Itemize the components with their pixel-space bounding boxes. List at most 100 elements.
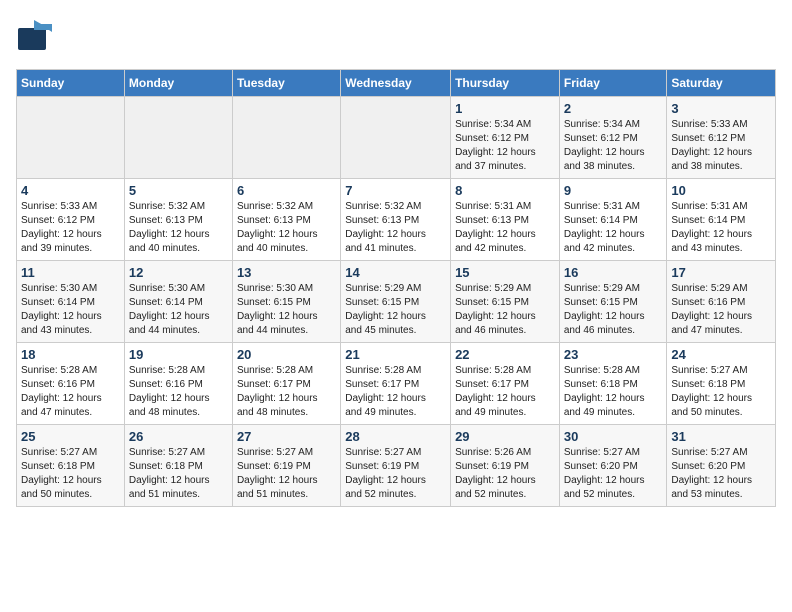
calendar-cell: 7 Sunrise: 5:32 AMSunset: 6:13 PMDaylight… xyxy=(341,179,451,261)
day-number: 12 xyxy=(129,265,228,280)
day-info: Sunrise: 5:29 AMSunset: 6:15 PMDaylight:… xyxy=(345,282,446,338)
day-info: Sunrise: 5:33 AMSunset: 6:12 PMDaylight:… xyxy=(671,118,771,174)
calendar-cell: 21 Sunrise: 5:28 AMSunset: 6:17 PMDayligh… xyxy=(341,343,451,425)
day-number: 19 xyxy=(129,347,228,362)
calendar-cell: 17 Sunrise: 5:29 AMSunset: 6:16 PMDayligh… xyxy=(667,261,776,343)
calendar-cell: 11 Sunrise: 5:30 AMSunset: 6:14 PMDayligh… xyxy=(17,261,125,343)
calendar-cell xyxy=(124,97,232,179)
day-info: Sunrise: 5:31 AMSunset: 6:13 PMDaylight:… xyxy=(455,200,555,256)
day-number: 16 xyxy=(564,265,663,280)
calendar-cell: 6 Sunrise: 5:32 AMSunset: 6:13 PMDaylight… xyxy=(232,179,340,261)
day-info: Sunrise: 5:29 AMSunset: 6:15 PMDaylight:… xyxy=(564,282,663,338)
day-info: Sunrise: 5:28 AMSunset: 6:17 PMDaylight:… xyxy=(345,364,446,420)
weekday-header: Sunday xyxy=(17,70,125,97)
day-number: 31 xyxy=(671,429,771,444)
day-number: 18 xyxy=(21,347,120,362)
day-number: 2 xyxy=(564,101,663,116)
day-number: 3 xyxy=(671,101,771,116)
day-number: 10 xyxy=(671,183,771,198)
calendar-cell: 5Sunrise: 5:32 AMSunset: 6:13 PMDaylight… xyxy=(124,179,232,261)
day-number: 20 xyxy=(237,347,336,362)
day-number: 7 xyxy=(345,183,446,198)
weekday-header: Friday xyxy=(559,70,667,97)
day-number: 17 xyxy=(671,265,771,280)
day-number: 29 xyxy=(455,429,555,444)
day-info: Sunrise: 5:31 AMSunset: 6:14 PMDaylight:… xyxy=(564,200,663,256)
calendar-cell: 3 Sunrise: 5:33 AMSunset: 6:12 PMDaylight… xyxy=(667,97,776,179)
calendar-cell: 24 Sunrise: 5:27 AMSunset: 6:18 PMDayligh… xyxy=(667,343,776,425)
day-info: Sunrise: 5:27 AMSunset: 6:18 PMDaylight:… xyxy=(671,364,771,420)
day-number: 8 xyxy=(455,183,555,198)
calendar-cell xyxy=(341,97,451,179)
day-info: Sunrise: 5:28 AMSunset: 6:16 PMDaylight:… xyxy=(21,364,120,420)
calendar-cell: 26 Sunrise: 5:27 AMSunset: 6:18 PMDayligh… xyxy=(124,425,232,507)
day-number: 14 xyxy=(345,265,446,280)
calendar-cell: 8 Sunrise: 5:31 AMSunset: 6:13 PMDaylight… xyxy=(451,179,560,261)
page-header xyxy=(16,16,776,59)
day-info: Sunrise: 5:31 AMSunset: 6:14 PMDaylight:… xyxy=(671,200,771,256)
calendar-cell: 18 Sunrise: 5:28 AMSunset: 6:16 PMDayligh… xyxy=(17,343,125,425)
logo-icon xyxy=(16,16,54,54)
day-info: Sunrise: 5:30 AMSunset: 6:14 PMDaylight:… xyxy=(129,282,228,338)
day-info: Sunrise: 5:27 AMSunset: 6:18 PMDaylight:… xyxy=(21,446,120,502)
day-number: 24 xyxy=(671,347,771,362)
calendar-cell: 20 Sunrise: 5:28 AMSunset: 6:17 PMDayligh… xyxy=(232,343,340,425)
day-number: 11 xyxy=(21,265,120,280)
calendar-cell: 14 Sunrise: 5:29 AMSunset: 6:15 PMDayligh… xyxy=(341,261,451,343)
calendar-week-row: 1 Sunrise: 5:34 AMSunset: 6:12 PMDaylight… xyxy=(17,97,776,179)
day-number: 30 xyxy=(564,429,663,444)
day-info: Sunrise: 5:29 AMSunset: 6:16 PMDaylight:… xyxy=(671,282,771,338)
calendar-cell: 27Sunrise: 5:27 AMSunset: 6:19 PMDayligh… xyxy=(232,425,340,507)
calendar-cell xyxy=(17,97,125,179)
calendar-week-row: 4Sunrise: 5:33 AMSunset: 6:12 PMDaylight… xyxy=(17,179,776,261)
day-info: Sunrise: 5:27 AMSunset: 6:20 PMDaylight:… xyxy=(564,446,663,502)
calendar-week-row: 11 Sunrise: 5:30 AMSunset: 6:14 PMDayligh… xyxy=(17,261,776,343)
day-info: Sunrise: 5:29 AMSunset: 6:15 PMDaylight:… xyxy=(455,282,555,338)
day-number: 9 xyxy=(564,183,663,198)
calendar-cell: 1Sunrise: 5:34 AMSunset: 6:12 PMDaylight… xyxy=(451,97,560,179)
day-number: 15 xyxy=(455,265,555,280)
weekday-header: Monday xyxy=(124,70,232,97)
day-number: 23 xyxy=(564,347,663,362)
day-number: 13 xyxy=(237,265,336,280)
day-info: Sunrise: 5:33 AMSunset: 6:12 PMDaylight:… xyxy=(21,200,120,256)
day-number: 6 xyxy=(237,183,336,198)
weekday-row: SundayMondayTuesdayWednesdayThursdayFrid… xyxy=(17,70,776,97)
calendar-cell: 13 Sunrise: 5:30 AMSunset: 6:15 PMDayligh… xyxy=(232,261,340,343)
weekday-header: Thursday xyxy=(451,70,560,97)
day-number: 21 xyxy=(345,347,446,362)
calendar-table: SundayMondayTuesdayWednesdayThursdayFrid… xyxy=(16,69,776,507)
day-info: Sunrise: 5:32 AMSunset: 6:13 PMDaylight:… xyxy=(237,200,336,256)
calendar-cell: 28Sunrise: 5:27 AMSunset: 6:19 PMDayligh… xyxy=(341,425,451,507)
day-info: Sunrise: 5:28 AMSunset: 6:17 PMDaylight:… xyxy=(237,364,336,420)
weekday-header: Saturday xyxy=(667,70,776,97)
day-number: 28 xyxy=(345,429,446,444)
calendar-cell: 4Sunrise: 5:33 AMSunset: 6:12 PMDaylight… xyxy=(17,179,125,261)
calendar-cell: 30 Sunrise: 5:27 AMSunset: 6:20 PMDayligh… xyxy=(559,425,667,507)
day-info: Sunrise: 5:30 AMSunset: 6:14 PMDaylight:… xyxy=(21,282,120,338)
day-info: Sunrise: 5:30 AMSunset: 6:15 PMDaylight:… xyxy=(237,282,336,338)
calendar-cell: 10 Sunrise: 5:31 AMSunset: 6:14 PMDayligh… xyxy=(667,179,776,261)
calendar-cell: 16 Sunrise: 5:29 AMSunset: 6:15 PMDayligh… xyxy=(559,261,667,343)
weekday-header: Tuesday xyxy=(232,70,340,97)
day-info: Sunrise: 5:32 AMSunset: 6:13 PMDaylight:… xyxy=(129,200,228,256)
day-info: Sunrise: 5:32 AMSunset: 6:13 PMDaylight:… xyxy=(345,200,446,256)
day-info: Sunrise: 5:27 AMSunset: 6:18 PMDaylight:… xyxy=(129,446,228,502)
calendar-cell: 25 Sunrise: 5:27 AMSunset: 6:18 PMDayligh… xyxy=(17,425,125,507)
day-info: Sunrise: 5:28 AMSunset: 6:18 PMDaylight:… xyxy=(564,364,663,420)
day-info: Sunrise: 5:27 AMSunset: 6:20 PMDaylight:… xyxy=(671,446,771,502)
day-number: 26 xyxy=(129,429,228,444)
weekday-header: Wednesday xyxy=(341,70,451,97)
day-number: 22 xyxy=(455,347,555,362)
day-number: 25 xyxy=(21,429,120,444)
calendar-week-row: 18 Sunrise: 5:28 AMSunset: 6:16 PMDayligh… xyxy=(17,343,776,425)
calendar-cell: 12 Sunrise: 5:30 AMSunset: 6:14 PMDayligh… xyxy=(124,261,232,343)
day-info: Sunrise: 5:26 AMSunset: 6:19 PMDaylight:… xyxy=(455,446,555,502)
calendar-week-row: 25 Sunrise: 5:27 AMSunset: 6:18 PMDayligh… xyxy=(17,425,776,507)
calendar-body: 1 Sunrise: 5:34 AMSunset: 6:12 PMDaylight… xyxy=(17,97,776,507)
day-info: Sunrise: 5:34 AMSunset: 6:12 PMDaylight:… xyxy=(564,118,663,174)
day-info: Sunrise: 5:28 AMSunset: 6:17 PMDaylight:… xyxy=(455,364,555,420)
calendar-cell: 29 Sunrise: 5:26 AMSunset: 6:19 PMDayligh… xyxy=(451,425,560,507)
day-info: Sunrise: 5:27 AMSunset: 6:19 PMDaylight:… xyxy=(237,446,336,502)
day-number: 1 xyxy=(455,101,555,116)
